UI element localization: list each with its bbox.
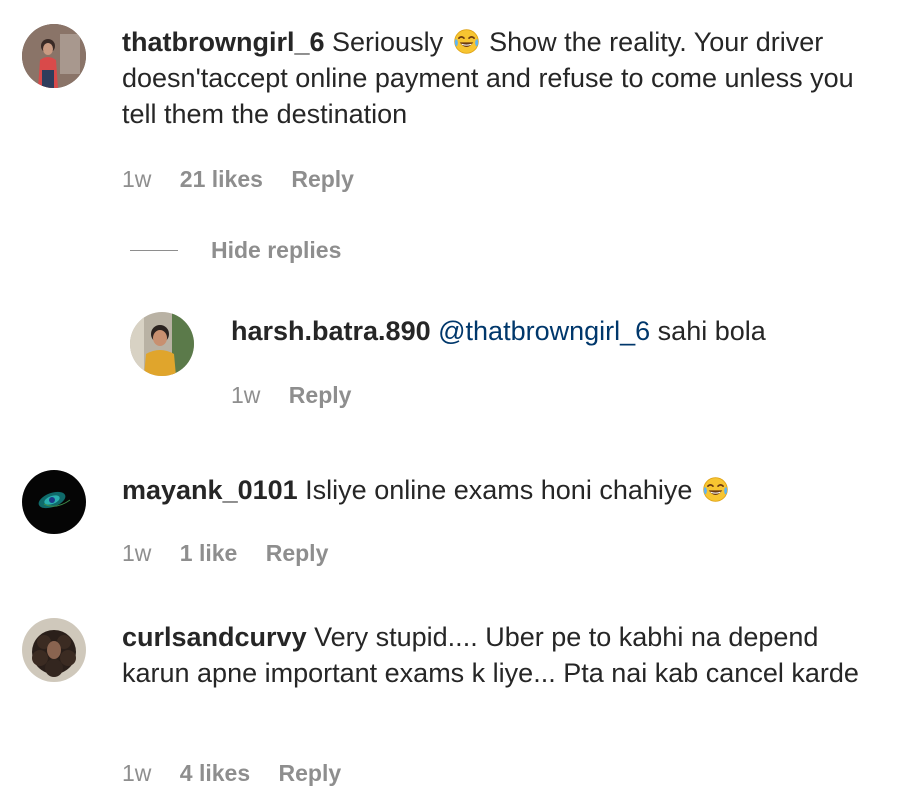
comment-likes-count[interactable]: 1 like (180, 538, 238, 568)
reply-meta: 1w Reply (231, 380, 351, 410)
comment-meta: 1w 4 likes Reply (122, 758, 341, 788)
face-with-tears-of-joy-icon (702, 476, 729, 503)
comment-username[interactable]: curlsandcurvy (122, 622, 307, 652)
comment-text: thatbrowngirl_6 Seriously Show the reali… (122, 24, 882, 132)
comment-text: mayank_0101 Isliye online exams honi cha… (122, 472, 882, 508)
reply-text: harsh.batra.890 @thatbrowngirl_6 sahi bo… (231, 313, 881, 349)
comment-meta: 1w 21 likes Reply (122, 164, 354, 194)
comment-body: Seriously (332, 27, 444, 57)
reply-button[interactable]: Reply (291, 164, 354, 194)
comment-body: Isliye online exams honi chahiye (305, 475, 693, 505)
reply-username[interactable]: harsh.batra.890 (231, 316, 431, 346)
avatar[interactable] (22, 470, 86, 534)
comment-likes-count[interactable]: 21 likes (180, 164, 263, 194)
comment-timestamp[interactable]: 1w (122, 164, 151, 194)
avatar[interactable] (22, 24, 86, 88)
comment-text: curlsandcurvy Very stupid.... Uber pe to… (122, 619, 882, 691)
avatar[interactable] (22, 618, 86, 682)
reply-button[interactable]: Reply (279, 758, 342, 788)
comment-timestamp[interactable]: 1w (122, 758, 151, 788)
divider (130, 249, 178, 251)
comment-meta: 1w 1 like Reply (122, 538, 328, 568)
comment-timestamp[interactable]: 1w (122, 538, 151, 568)
mention-link[interactable]: @thatbrowngirl_6 (438, 316, 650, 346)
hide-replies-button[interactable]: Hide replies (130, 234, 341, 266)
hide-replies-label: Hide replies (211, 236, 342, 263)
face-with-tears-of-joy-icon (453, 28, 480, 55)
comment-username[interactable]: mayank_0101 (122, 475, 298, 505)
comment-likes-count[interactable]: 4 likes (180, 758, 250, 788)
comment-username[interactable]: thatbrowngirl_6 (122, 27, 325, 57)
reply-body: sahi bola (657, 316, 766, 346)
reply-button[interactable]: Reply (266, 538, 329, 568)
reply-timestamp[interactable]: 1w (231, 380, 260, 410)
avatar[interactable] (130, 312, 194, 376)
reply-button[interactable]: Reply (289, 380, 352, 410)
